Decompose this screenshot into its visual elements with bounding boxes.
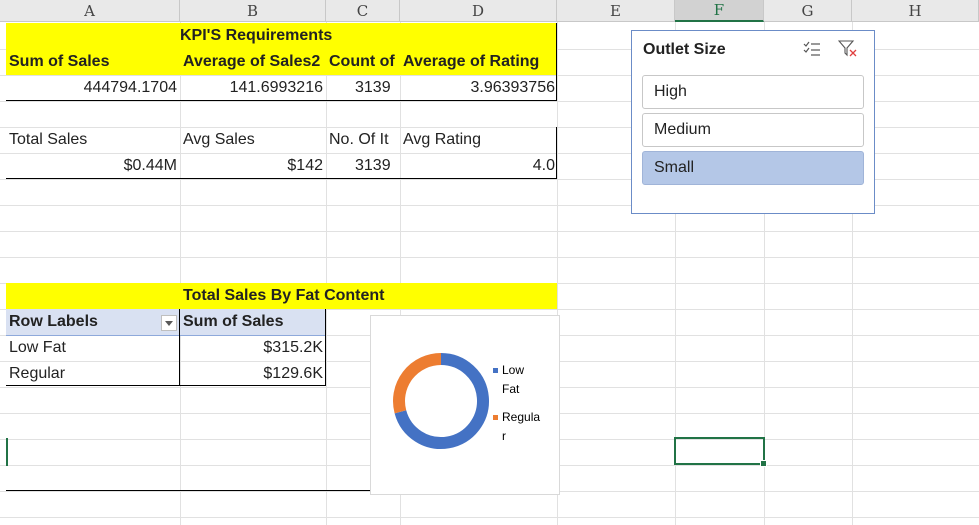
kpi-label-avg-rating[interactable]: Avg Rating — [403, 128, 555, 152]
kpi-value-average-of-sales[interactable]: 141.6993216 — [180, 76, 323, 100]
pivot-row-label[interactable]: Regular — [9, 362, 179, 386]
kpi-table-border — [6, 178, 557, 179]
donut-chart[interactable]: Low Fat Regula r — [370, 315, 560, 495]
kpi-header-average-of-sales[interactable]: Average of Sales2 — [183, 50, 325, 74]
kpi-header-average-of-rating[interactable]: Average of Rating — [403, 50, 555, 74]
clear-filter-icon[interactable] — [838, 39, 858, 59]
gridline — [0, 517, 979, 518]
kpi-table-border — [556, 23, 557, 101]
column-header-f[interactable]: F — [675, 0, 764, 22]
column-header-e[interactable]: E — [557, 0, 675, 22]
donut-chart-svg: Low Fat Regula r — [393, 353, 540, 449]
kpi-label-no-of-items[interactable]: No. Of It — [329, 128, 400, 152]
legend-marker — [493, 415, 498, 420]
pivot-border — [179, 309, 180, 386]
column-label: A — [84, 1, 95, 20]
chevron-down-icon — [165, 320, 173, 326]
kpi-avg-sales-formatted[interactable]: $142 — [180, 154, 323, 178]
pivot-row-label[interactable]: Low Fat — [9, 336, 179, 360]
gridline — [0, 257, 979, 258]
pivot-row-value[interactable]: $315.2K — [180, 336, 323, 360]
slicer-item-high[interactable]: High — [642, 75, 864, 109]
kpi-table-border — [556, 127, 557, 179]
active-cell-selection[interactable] — [674, 437, 767, 467]
slicer-title: Outlet Size — [643, 41, 726, 58]
column-header-g[interactable]: G — [764, 0, 852, 22]
fat-title[interactable]: Total Sales By Fat Content — [183, 284, 423, 308]
kpi-count-formatted[interactable]: 3139 — [355, 154, 400, 178]
column-label: C — [356, 1, 369, 20]
kpi-title[interactable]: KPI'S Requirements — [180, 24, 400, 48]
pivot-border — [6, 385, 326, 386]
legend-label[interactable]: r — [502, 429, 506, 443]
pivot-border — [325, 309, 326, 386]
filter-dropdown-button[interactable] — [161, 315, 177, 331]
column-label: F — [713, 1, 725, 19]
multi-select-icon[interactable] — [802, 39, 822, 59]
column-header-b[interactable]: B — [180, 0, 326, 22]
row-marker — [6, 438, 8, 466]
donut-slice-regular[interactable] — [393, 353, 442, 414]
gridline — [326, 22, 327, 525]
column-header-h[interactable]: H — [852, 0, 979, 22]
column-label: D — [471, 1, 485, 20]
gridline — [0, 231, 979, 232]
kpi-header-sum-of-sales[interactable]: Sum of Sales — [9, 50, 179, 74]
kpi-header-count[interactable]: Count of — [329, 50, 400, 74]
column-header-a[interactable]: A — [0, 0, 180, 22]
kpi-avg-rating-formatted[interactable]: 4.0 — [400, 154, 555, 178]
kpi-table-border — [6, 100, 557, 101]
kpi-label-avg-sales[interactable]: Avg Sales — [183, 128, 325, 152]
slicer-item-medium[interactable]: Medium — [642, 113, 864, 147]
kpi-value-sum-of-sales[interactable]: 444794.1704 — [6, 76, 177, 100]
outlet-size-slicer[interactable]: Outlet Size High Medium Small — [631, 30, 875, 214]
kpi-label-total-sales[interactable]: Total Sales — [9, 128, 179, 152]
kpi-total-sales-formatted[interactable]: $0.44M — [6, 154, 177, 178]
column-label: G — [801, 1, 814, 20]
slicer-item-small[interactable]: Small — [642, 151, 864, 185]
legend-label[interactable]: Fat — [502, 382, 520, 396]
pivot-sum-header[interactable]: Sum of Sales — [183, 310, 325, 334]
pivot-row-value[interactable]: $129.6K — [180, 362, 323, 386]
spreadsheet-grid[interactable]: A B C D E F G H KPI'S Requirements Sum o… — [0, 0, 979, 525]
column-header-d[interactable]: D — [400, 0, 557, 22]
kpi-value-count[interactable]: 3139 — [355, 76, 400, 100]
legend-marker — [493, 368, 498, 373]
column-label: E — [610, 1, 621, 20]
column-label: H — [908, 1, 922, 20]
column-header-c[interactable]: C — [326, 0, 400, 22]
kpi-value-average-of-rating[interactable]: 3.96393756 — [400, 76, 555, 100]
column-label: B — [246, 1, 259, 20]
pivot-border — [6, 335, 326, 336]
legend-label[interactable]: Regula — [502, 410, 540, 424]
pivot-row-labels-header[interactable]: Row Labels — [9, 310, 159, 334]
legend-label[interactable]: Low — [502, 363, 524, 377]
